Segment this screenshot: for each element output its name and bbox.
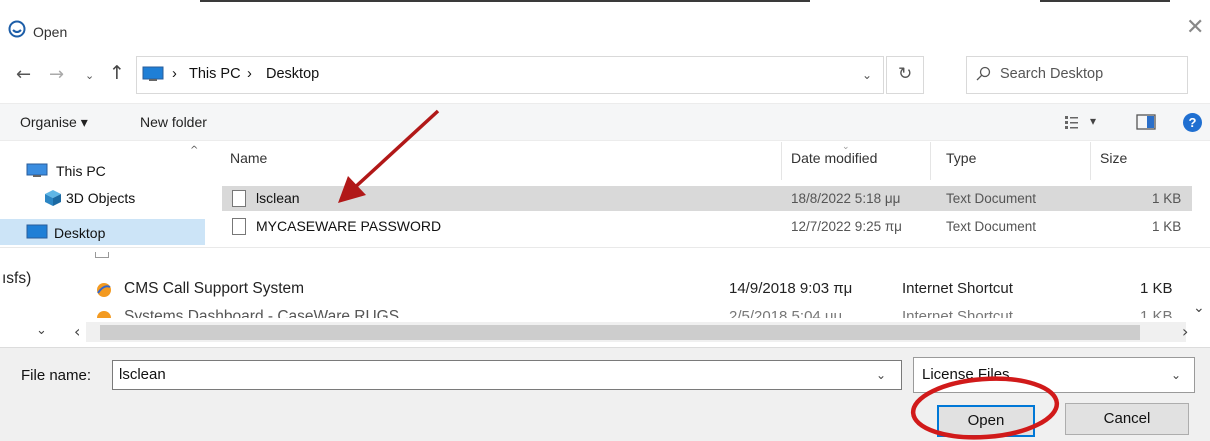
column-header-name[interactable]: Name: [230, 150, 267, 166]
file-name: MYCASEWARE PASSWORD: [256, 218, 442, 234]
column-divider: [930, 142, 931, 180]
shortcut-row-cms[interactable]: CMS Call Support System 14/9/2018 9:03 π…: [92, 278, 1182, 302]
partial-row-icon: [95, 252, 109, 258]
desktop-icon: [26, 224, 48, 239]
file-type: Text Document: [946, 219, 1037, 234]
column-divider: [781, 142, 782, 180]
open-button[interactable]: Open: [937, 405, 1035, 437]
close-icon[interactable]: ✕: [1186, 17, 1204, 39]
file-size: 1 KB: [1152, 219, 1182, 234]
internet-shortcut-icon: [97, 311, 111, 318]
recent-locations-chevron-icon[interactable]: ⌄: [85, 69, 94, 82]
nav-scroll-up-icon[interactable]: ^: [190, 145, 198, 156]
file-type-filter-select[interactable]: License Files: [913, 357, 1195, 393]
truncated-nav-text: ısfs): [2, 270, 32, 287]
up-arrow-icon[interactable]: ↑: [109, 62, 125, 84]
new-folder-button[interactable]: New folder: [140, 114, 207, 130]
shortcut-date: 14/9/2018 9:03 πμ: [729, 280, 853, 297]
partial-row-divider: [720, 262, 880, 263]
breadcrumb-this-pc[interactable]: This PC: [189, 66, 241, 82]
column-header-size[interactable]: Size: [1100, 150, 1127, 166]
file-type: Text Document: [946, 191, 1037, 206]
file-row-lsclean[interactable]: lsclean 18/8/2022 5:18 μμ Text Document …: [222, 186, 1192, 211]
column-header-type[interactable]: Type: [946, 150, 976, 166]
internet-shortcut-icon: [97, 283, 111, 297]
file-name-input[interactable]: lsclean: [112, 360, 902, 390]
shortcut-name: CMS Call Support System: [124, 280, 305, 297]
nav-item-3d-objects[interactable]: 3D Objects: [44, 188, 194, 214]
text-document-icon: [232, 218, 246, 235]
monitor-icon: [142, 66, 164, 81]
breadcrumb-separator: ›: [247, 66, 252, 82]
search-icon: [976, 66, 991, 81]
view-options-caret-icon[interactable]: ▾: [1090, 114, 1096, 128]
open-dialog-icon: [8, 20, 26, 38]
column-header-date-modified[interactable]: Date modified: [791, 150, 877, 166]
cancel-button[interactable]: Cancel: [1065, 403, 1189, 435]
file-name-label: File name:: [21, 367, 92, 384]
file-name: lsclean: [256, 190, 300, 206]
breadcrumb-separator: ›: [172, 66, 177, 82]
file-name-dropdown-icon[interactable]: ⌄: [876, 368, 886, 382]
shortcut-date: 2/5/2018 5:04 μμ: [729, 308, 843, 318]
title-bar: [0, 14, 1210, 48]
breadcrumb-desktop[interactable]: Desktop: [266, 66, 319, 82]
scroll-right-icon[interactable]: ›: [1182, 322, 1188, 341]
text-document-icon: [232, 190, 246, 207]
file-size: 1 KB: [1152, 191, 1182, 206]
refresh-icon[interactable]: ↻: [898, 64, 912, 84]
file-date: 12/7/2022 9:25 πμ: [791, 219, 902, 234]
navigation-pane: This PC 3D Objects Desktop: [0, 141, 205, 245]
forward-arrow-icon[interactable]: →: [49, 64, 64, 85]
file-row-mycaseware-password[interactable]: MYCASEWARE PASSWORD 12/7/2022 9:25 πμ Te…: [222, 214, 1192, 239]
organise-button[interactable]: Organise ▾: [20, 114, 88, 131]
nav-item-desktop[interactable]: Desktop: [0, 219, 205, 245]
shortcut-row-systems-dashboard[interactable]: Systems Dashboard - CaseWare RUGS 2/5/20…: [92, 306, 1182, 318]
shortcut-size: 1 KB: [1140, 308, 1173, 318]
scroll-down-icon[interactable]: ⌄: [1193, 300, 1205, 316]
search-placeholder: Search Desktop: [1000, 66, 1104, 82]
nav-item-this-pc[interactable]: This PC: [26, 161, 196, 187]
scroll-left-icon[interactable]: ‹: [74, 322, 80, 341]
preview-pane-icon[interactable]: [1136, 113, 1156, 131]
nav-item-label: This PC: [56, 163, 106, 179]
help-icon[interactable]: ?: [1183, 113, 1202, 132]
nav-item-label: 3D Objects: [66, 190, 136, 206]
window-title: Open: [33, 24, 68, 40]
shortcut-size: 1 KB: [1140, 280, 1173, 297]
shortcut-type: Internet Shortcut: [902, 308, 1013, 318]
column-divider: [1090, 142, 1091, 180]
horizontal-scrollbar-thumb[interactable]: [100, 325, 1140, 340]
file-type-dropdown-icon[interactable]: ⌄: [1171, 368, 1181, 382]
file-date: 18/8/2022 5:18 μμ: [791, 191, 901, 206]
cube-icon: [45, 190, 61, 206]
shortcut-name: Systems Dashboard - CaseWare RUGS: [124, 308, 400, 318]
back-arrow-icon[interactable]: ←: [16, 64, 31, 85]
address-dropdown-chevron-icon[interactable]: ⌄: [862, 68, 872, 82]
shortcut-type: Internet Shortcut: [902, 280, 1013, 297]
nav-item-label: Desktop: [54, 225, 106, 241]
top-edge-strip: [0, 0, 1210, 3]
tree-collapse-icon[interactable]: ⌄: [36, 323, 47, 338]
view-options-icon[interactable]: [1064, 113, 1092, 131]
monitor-icon: [26, 163, 48, 177]
